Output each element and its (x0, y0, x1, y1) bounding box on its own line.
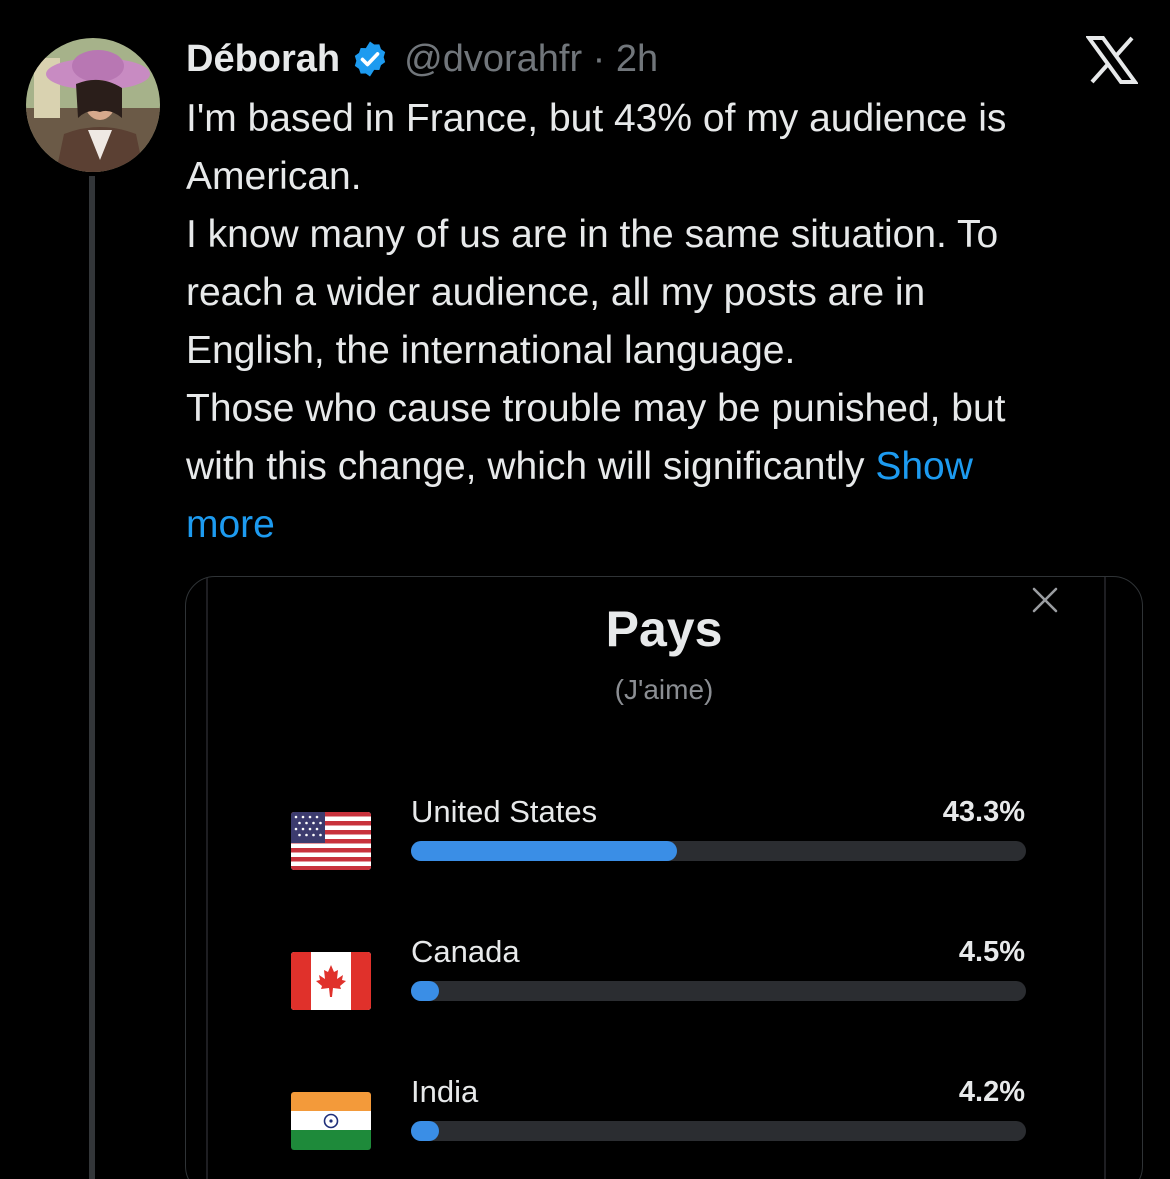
avatar[interactable] (26, 38, 160, 172)
card-subtitle: (J'aime) (614, 674, 714, 705)
progress-fill (411, 841, 678, 861)
country-percent: 4.2% (958, 1076, 1025, 1108)
progress-fill (411, 981, 439, 1001)
handle-and-time[interactable]: @dvorahfr · 2h (404, 38, 658, 81)
country-row: India 4.2% (0, 1070, 1170, 1170)
progress-track (411, 981, 1026, 1001)
tweet-line: reach a wider audience, all my posts are… (186, 271, 926, 314)
tweet-line: American. (186, 155, 362, 198)
country-percent: 43.3% (942, 796, 1025, 828)
progress-fill (411, 1121, 439, 1141)
tweet-line: English, the international language. (186, 329, 796, 372)
show-more-link[interactable]: Show (875, 445, 973, 488)
tweet-line: Those who cause trouble may be punished,… (186, 387, 1006, 430)
tweet-line: more (186, 496, 1146, 554)
tweet-header: Déborah @dvorahfr · 2h (186, 32, 658, 86)
us-flag-icon (291, 812, 371, 870)
country-row: United States 43.3% (0, 790, 1170, 890)
country-name: Canada (411, 934, 520, 969)
x-logo-icon[interactable] (1086, 36, 1138, 84)
progress-track (411, 1121, 1026, 1141)
country-name: United States (411, 794, 598, 829)
show-more-link-cont[interactable]: more (186, 503, 275, 546)
india-flag-icon (291, 1092, 371, 1150)
tweet-line-text: with this change, which will significant… (186, 445, 876, 488)
tweet-line: I'm based in France, but 43% of my audie… (186, 97, 1007, 140)
canada-flag-icon (291, 952, 371, 1010)
country-row: Canada 4.5% (0, 930, 1170, 1030)
progress-track (411, 841, 1026, 861)
country-percent: 4.5% (958, 936, 1025, 968)
tweet-text: I'm based in France, but 43% of my audie… (186, 90, 1146, 554)
verified-badge-icon (354, 41, 386, 77)
country-name: India (411, 1074, 479, 1109)
author-name[interactable]: Déborah (186, 38, 340, 81)
avatar-image (26, 38, 160, 172)
tweet-line: with this change, which will significant… (186, 438, 1146, 496)
close-icon (1032, 587, 1058, 613)
tweet-line: I know many of us are in the same situat… (186, 213, 999, 256)
card-title: Pays (605, 601, 723, 657)
